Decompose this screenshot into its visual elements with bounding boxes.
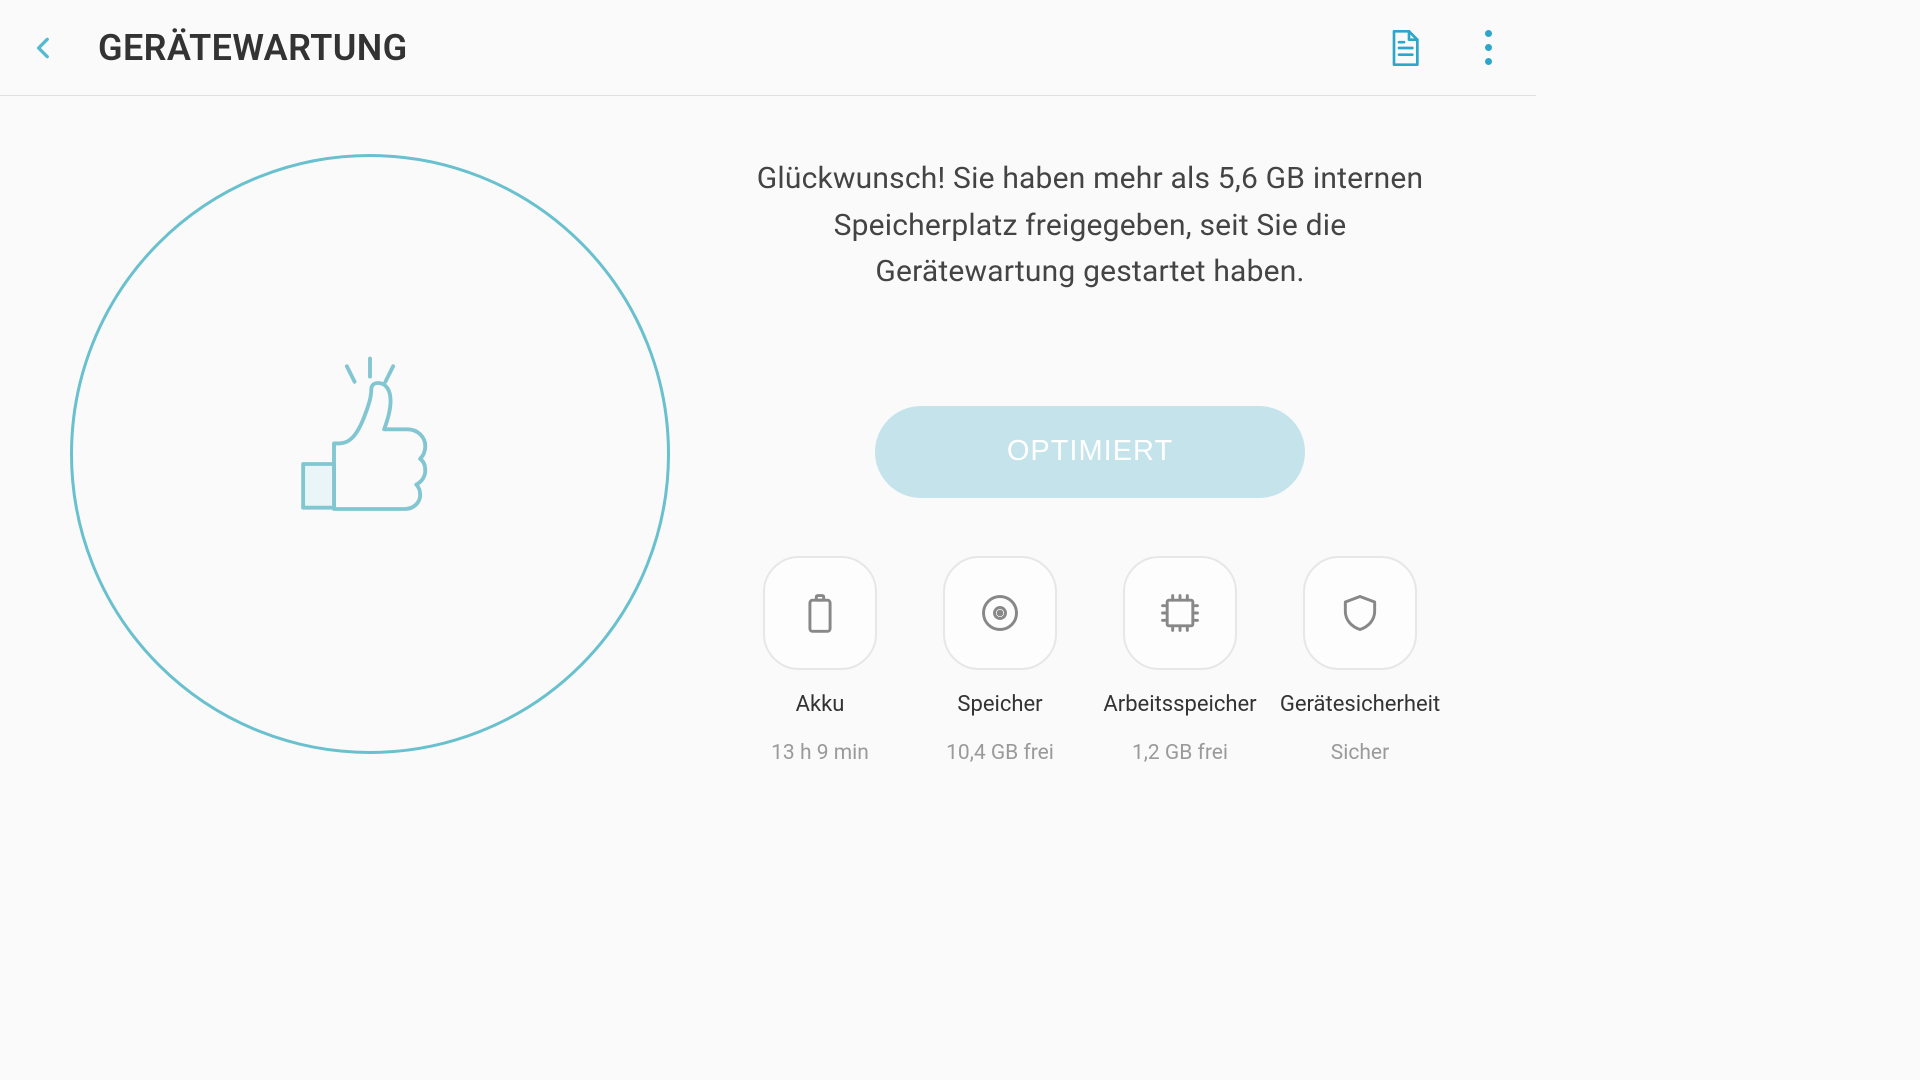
- tile-battery[interactable]: Akku 13 h 9 min: [740, 556, 900, 765]
- shield-icon: [1338, 591, 1382, 635]
- kebab-dot-icon: [1485, 44, 1492, 51]
- tile-label: Arbeitsspeicher: [1103, 692, 1256, 717]
- tile-label: Akku: [796, 692, 845, 717]
- tile-value: 10,4 GB frei: [946, 741, 1054, 765]
- status-circle: [70, 154, 670, 754]
- status-message: Glückwunsch! Sie haben mehr als 5,6 GB i…: [740, 156, 1440, 296]
- chevron-left-icon: [31, 35, 57, 61]
- status-detail-pane: Glückwunsch! Sie haben mehr als 5,6 GB i…: [740, 96, 1550, 802]
- document-icon: [1384, 28, 1424, 68]
- status-visual-pane: [0, 96, 740, 802]
- tile-icon-wrap: [763, 556, 877, 670]
- tile-label: Gerätesicherheit: [1280, 692, 1440, 717]
- storage-icon: [978, 591, 1022, 635]
- content-area: Glückwunsch! Sie haben mehr als 5,6 GB i…: [0, 96, 1536, 802]
- tile-icon-wrap: [1303, 556, 1417, 670]
- back-button[interactable]: [26, 30, 62, 66]
- memory-icon: [1158, 591, 1202, 635]
- tile-memory[interactable]: Arbeitsspeicher 1,2 GB frei: [1100, 556, 1260, 765]
- page-title: GERÄTEWARTUNG: [98, 27, 408, 69]
- battery-icon: [798, 591, 842, 635]
- thumbs-up-icon: [280, 356, 460, 536]
- tile-value: Sicher: [1331, 741, 1389, 765]
- report-button[interactable]: [1384, 28, 1424, 68]
- tile-icon-wrap: [1123, 556, 1237, 670]
- tile-icon-wrap: [943, 556, 1057, 670]
- kebab-dot-icon: [1485, 30, 1492, 37]
- tile-label: Speicher: [957, 692, 1042, 717]
- app-bar: GERÄTEWARTUNG: [0, 0, 1536, 96]
- app-bar-actions: [1384, 28, 1510, 68]
- category-tiles: Akku 13 h 9 min Speicher 10,4 GB frei: [740, 556, 1440, 765]
- more-options-button[interactable]: [1474, 28, 1502, 68]
- optimize-button[interactable]: OPTIMIERT: [875, 406, 1305, 498]
- tile-security[interactable]: Gerätesicherheit Sicher: [1280, 556, 1440, 765]
- tile-value: 1,2 GB frei: [1132, 741, 1228, 765]
- tile-value: 13 h 9 min: [771, 741, 869, 765]
- kebab-dot-icon: [1485, 58, 1492, 65]
- tile-storage[interactable]: Speicher 10,4 GB frei: [920, 556, 1080, 765]
